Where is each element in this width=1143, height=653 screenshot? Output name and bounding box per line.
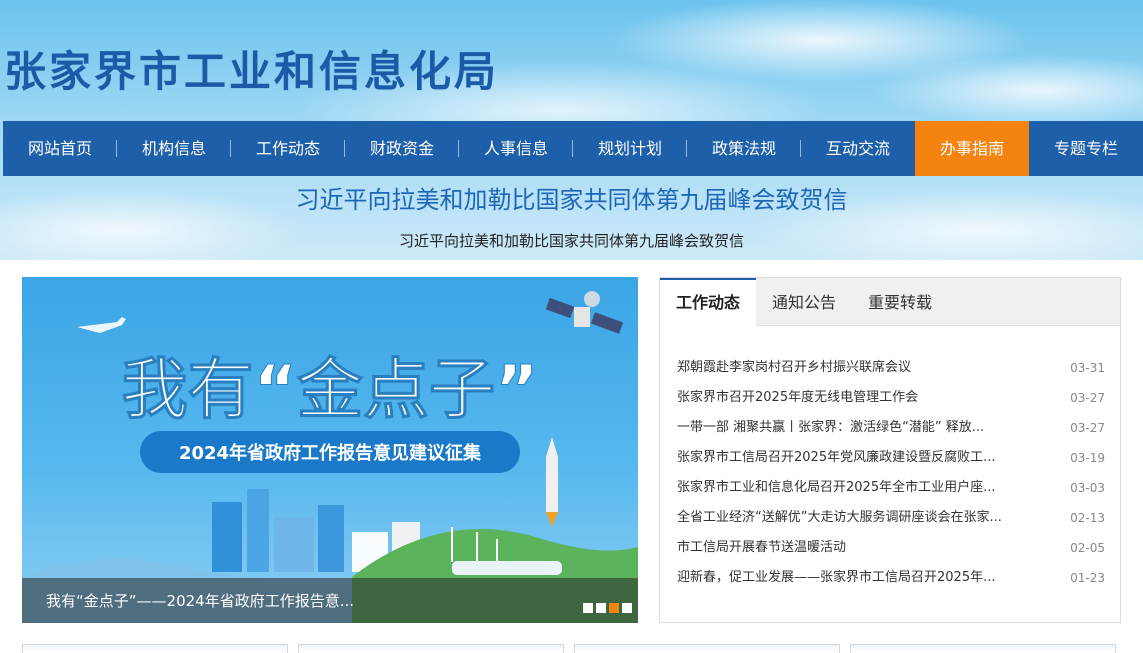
site-title: 张家界市工业和信息化局 — [4, 47, 500, 96]
nav-item-finance[interactable]: 财政资金 — [345, 121, 459, 176]
list-item: 张家界市工信局召开2025年党风廉政建设暨反腐败工... 03-19 — [677, 448, 1105, 478]
train — [452, 561, 562, 575]
news-date: 03-03 — [1070, 481, 1105, 495]
news-title[interactable]: 一带一部 湘聚共赢丨张家界：激活绿色“潜能” 释放... — [677, 418, 1037, 448]
bottom-cards — [22, 644, 1122, 653]
news-title[interactable]: 张家界市工业和信息化局召开2025年全市工业用户座... — [677, 478, 1037, 508]
nav-item-organization[interactable]: 机构信息 — [117, 121, 231, 176]
slide-dot-2[interactable] — [596, 603, 606, 613]
slide-dot-3[interactable] — [609, 603, 619, 613]
nav-item-planning[interactable]: 规划计划 — [573, 121, 687, 176]
satellite-icon — [545, 291, 624, 334]
banner-slideshow[interactable]: 我有“金点子” 2024年省政府工作报告意见建议征集 我有“金点子”——2024… — [22, 277, 638, 623]
nav-item-special-topics[interactable]: 专题专栏 — [1029, 121, 1143, 176]
slide-dot-4[interactable] — [622, 603, 632, 613]
list-item: 一带一部 湘聚共赢丨张家界：激活绿色“潜能” 释放... 03-27 — [677, 418, 1105, 448]
list-item: 市工信局开展春节送温暖活动 02-05 — [677, 538, 1105, 568]
slide-dot-1[interactable] — [583, 603, 593, 613]
bottom-card[interactable] — [574, 644, 840, 653]
nav-item-service-guide[interactable]: 办事指南 — [915, 121, 1029, 176]
news-list: 郑朝霞赴李家岗村召开乡村振兴联席会议 03-31 张家界市召开2025年度无线电管… — [677, 358, 1105, 598]
list-item: 张家界市召开2025年度无线电管理工作会 03-27 — [677, 388, 1105, 418]
news-title[interactable]: 全省工业经济“送解优”大走访大服务调研座谈会在张家... — [677, 508, 1037, 538]
news-title[interactable]: 市工信局开展春节送温暖活动 — [677, 538, 1037, 568]
news-tabs: 工作动态 通知公告 重要转载 — [660, 278, 1120, 326]
bottom-card[interactable] — [22, 644, 288, 653]
airplane-icon — [77, 317, 126, 333]
tab-notices[interactable]: 通知公告 — [756, 278, 852, 326]
banner-big-text: 我有“金点子” — [122, 351, 539, 428]
list-item: 迎新春，促工业发展——张家界市工信局召开2025年... 01-23 — [677, 568, 1105, 598]
headline-subtitle[interactable]: 习近平向拉美和加勒比国家共同体第九届峰会致贺信 — [0, 230, 1143, 251]
news-title[interactable]: 迎新春，促工业发展——张家界市工信局召开2025年... — [677, 568, 1037, 598]
news-date: 03-27 — [1070, 391, 1105, 405]
list-item: 全省工业经济“送解优”大走访大服务调研座谈会在张家... 02-13 — [677, 508, 1105, 538]
tab-work-news[interactable]: 工作动态 — [660, 278, 757, 326]
news-date: 03-31 — [1070, 361, 1105, 375]
news-date: 02-13 — [1070, 511, 1105, 525]
news-panel: 工作动态 通知公告 重要转载 郑朝霞赴李家岗村召开乡村振兴联席会议 03-31 张… — [659, 277, 1121, 623]
news-title[interactable]: 郑朝霞赴李家岗村召开乡村振兴联席会议 — [677, 358, 1037, 388]
nav-item-home[interactable]: 网站首页 — [3, 121, 117, 176]
news-title[interactable]: 张家界市召开2025年度无线电管理工作会 — [677, 388, 1037, 418]
rocket-icon — [546, 437, 558, 527]
news-date: 02-05 — [1070, 541, 1105, 555]
tab-reprints[interactable]: 重要转载 — [852, 278, 948, 326]
nav-item-policy[interactable]: 政策法规 — [687, 121, 801, 176]
news-title[interactable]: 张家界市工信局召开2025年党风廉政建设暨反腐败工... — [677, 448, 1037, 478]
banner-sub-text: 2024年省政府工作报告意见建议征集 — [179, 442, 482, 464]
news-date: 01-23 — [1070, 571, 1105, 585]
banner-caption[interactable]: 我有“金点子”——2024年省政府工作报告意... — [46, 590, 354, 611]
bottom-card[interactable] — [850, 644, 1116, 653]
bottom-card[interactable] — [298, 644, 564, 653]
nav-item-personnel[interactable]: 人事信息 — [459, 121, 573, 176]
news-date: 03-19 — [1070, 451, 1105, 465]
list-item: 郑朝霞赴李家岗村召开乡村振兴联席会议 03-31 — [677, 358, 1105, 388]
banner-illustration: 我有“金点子” 2024年省政府工作报告意见建议征集 — [22, 291, 638, 623]
nav-item-interaction[interactable]: 互动交流 — [801, 121, 915, 176]
news-date: 03-27 — [1070, 421, 1105, 435]
headline-link[interactable]: 习近平向拉美和加勒比国家共同体第九届峰会致贺信 — [0, 180, 1143, 215]
list-item: 张家界市工业和信息化局召开2025年全市工业用户座... 03-03 — [677, 478, 1105, 508]
slide-indicators — [583, 603, 632, 613]
nav-item-work-news[interactable]: 工作动态 — [231, 121, 345, 176]
main-nav: 网站首页 机构信息 工作动态 财政资金 人事信息 规划计划 政策法规 互动交流 … — [3, 121, 1143, 176]
